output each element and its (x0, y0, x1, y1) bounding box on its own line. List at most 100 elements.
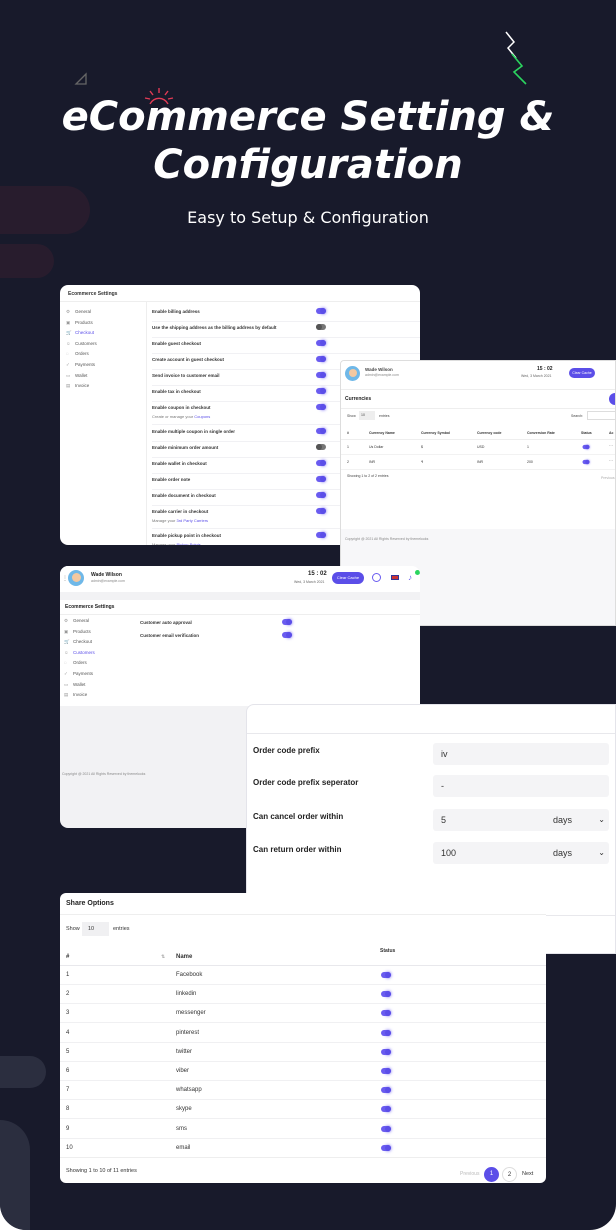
setting-toggle[interactable] (316, 372, 326, 378)
cart-icon: 🛒 (66, 330, 72, 336)
clear-cache-button[interactable]: Clear Cache (332, 572, 364, 584)
sidebar-item[interactable]: ▤ Invoice (64, 692, 87, 698)
unit-select[interactable]: days (553, 848, 572, 858)
page-1-button[interactable]: 1 (484, 1167, 499, 1182)
table-header: # Currency Name Currency Symbol Currency co… (341, 428, 615, 440)
setting-toggle[interactable] (282, 632, 292, 638)
status-toggle[interactable] (381, 1029, 391, 1036)
sidebar-item[interactable]: ▣ Products (66, 320, 93, 326)
chevron-down-icon: ⌄ (598, 815, 605, 824)
row-number: 3 (66, 1010, 70, 1017)
user-email: admin@example.com (91, 579, 125, 583)
setting-toggle[interactable] (316, 476, 326, 482)
sidebar-item[interactable]: ✓ Payments (66, 362, 95, 368)
status-toggle[interactable] (381, 1068, 391, 1074)
decor-shape-mid (0, 244, 54, 278)
card-icon: ✓ (64, 671, 68, 676)
row-number: 2 (66, 991, 70, 998)
gear-icon: ⚙ (66, 309, 71, 314)
field-label: Can return order within (253, 845, 342, 854)
sidebar-item[interactable]: ⚙ General (66, 309, 91, 315)
setting-toggle[interactable] (316, 404, 326, 410)
notification-badge (415, 570, 420, 575)
setting-toggle[interactable] (316, 388, 326, 394)
status-toggle[interactable] (381, 972, 391, 978)
sidebar-item[interactable]: ◌ Orders (66, 351, 89, 356)
help-text: Manage your (152, 542, 176, 545)
status-toggle[interactable] (381, 991, 391, 998)
setting-toggle[interactable] (316, 508, 326, 514)
share-options-card: Share Options Show 10 entries # ⇅ Name S… (60, 893, 546, 1183)
setting-row: Customer auto approval (140, 618, 300, 630)
setting-toggle[interactable] (316, 428, 326, 434)
setting-toggle[interactable] (282, 619, 292, 625)
table-cell: INR (477, 460, 484, 464)
help-link[interactable]: Coupons (194, 414, 210, 419)
sidebar-item[interactable]: 🛒 Checkout (64, 639, 92, 645)
setting-toggle[interactable] (316, 308, 326, 314)
setting-toggle[interactable] (316, 324, 326, 330)
setting-toggle[interactable] (316, 532, 326, 538)
sidebar-item[interactable]: 🛒 Checkout (66, 330, 94, 336)
status-toggle[interactable] (381, 1106, 391, 1113)
divider (60, 1157, 546, 1158)
help-link[interactable]: Pickup Points (176, 542, 200, 545)
settings-fab-icon[interactable] (609, 393, 615, 405)
more-icon[interactable]: ⋯ (609, 458, 613, 463)
setting-toggle[interactable] (316, 356, 326, 362)
page-2-button[interactable]: 2 (502, 1167, 517, 1182)
status-toggle[interactable] (381, 1048, 391, 1055)
clear-cache-button[interactable]: Clear Cache (569, 368, 595, 378)
sidebar-item[interactable]: ▤ Invoice (66, 383, 89, 389)
next-link[interactable]: Next (522, 1171, 533, 1177)
table-cell: 2 (347, 460, 349, 464)
sidebar-item-label: Payments (75, 362, 96, 367)
entries-select[interactable]: 10 (82, 922, 109, 936)
status-toggle[interactable] (381, 1010, 391, 1017)
field-value: 100 (441, 848, 457, 858)
sort-icon[interactable]: ⇅ (161, 954, 165, 960)
settings-icon[interactable] (372, 573, 381, 582)
status-toggle[interactable] (582, 444, 590, 450)
sidebar-item[interactable]: ▭ Wallet (64, 682, 85, 688)
previous-link[interactable]: Previous (601, 476, 615, 480)
status-toggle[interactable] (381, 1144, 391, 1151)
setting-toggle[interactable] (316, 460, 326, 466)
entries-select[interactable]: 10 (359, 411, 375, 420)
unit-select[interactable]: days (553, 815, 572, 825)
status-toggle[interactable] (582, 459, 590, 465)
more-icon[interactable]: ⋯ (609, 443, 613, 448)
sidebar-item[interactable]: ▭ Wallet (66, 373, 87, 379)
sidebar-item[interactable]: ⚙ General (64, 618, 89, 624)
flag-icon[interactable] (391, 575, 399, 580)
status-toggle[interactable] (381, 1087, 391, 1094)
decor-shape-bottom1 (0, 1056, 46, 1088)
sidebar-item[interactable]: ▣ Products (64, 629, 91, 635)
invoice-icon: ▤ (66, 383, 71, 389)
sidebar-item-label: Customers (73, 649, 95, 655)
divider (247, 733, 615, 734)
share-name: pinterest (176, 1029, 200, 1036)
setting-toggle[interactable] (316, 492, 326, 498)
text-input[interactable]: iv (433, 743, 609, 765)
setting-toggle[interactable] (316, 444, 326, 450)
column-header: Ac (609, 431, 614, 435)
setting-toggle[interactable] (316, 340, 326, 346)
table-row: 2 linkedin (60, 985, 546, 1005)
chevron-down-icon: ⌄ (598, 848, 605, 857)
search-input[interactable] (587, 411, 615, 420)
status-toggle[interactable] (381, 1125, 391, 1132)
clock-time: 15 : 02 (537, 366, 553, 372)
sidebar-item[interactable]: ☺ Customers (66, 341, 97, 346)
field-value: iv (441, 749, 448, 759)
sidebar-item[interactable]: ◌ Orders (64, 660, 87, 665)
sidebar-item[interactable]: ☺ Customers (64, 650, 95, 655)
sidebar-item[interactable]: ✓ Payments (64, 671, 93, 677)
previous-link[interactable]: Previous (460, 1171, 479, 1177)
search-label: Search: (571, 414, 584, 418)
duration-input[interactable]: 5 days ⌄ (433, 809, 609, 831)
text-input[interactable]: - (433, 775, 609, 797)
bell-icon[interactable]: ♪ (408, 573, 412, 582)
help-link[interactable]: 3rd Party Carriers (176, 518, 208, 523)
duration-input[interactable]: 100 days ⌄ (433, 842, 609, 864)
